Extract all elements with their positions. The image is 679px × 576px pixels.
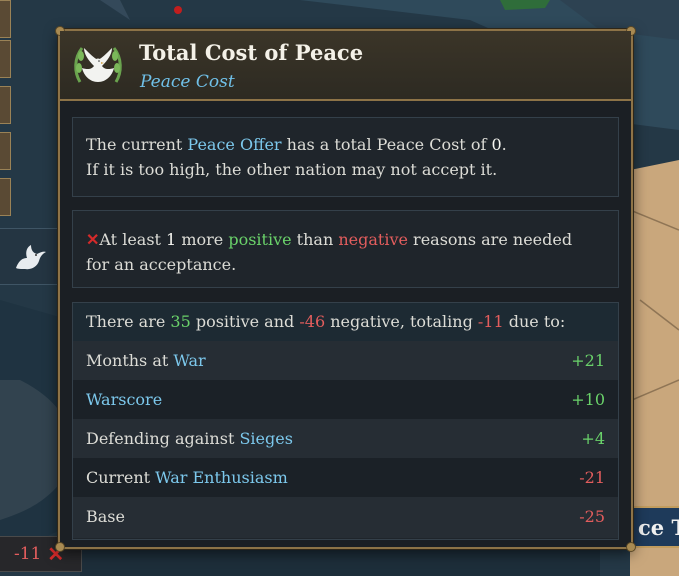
- summary-text: due to:: [503, 312, 566, 331]
- reasons-summary: There are 35 positive and -46 negative, …: [73, 303, 618, 341]
- cross-icon: ✕: [86, 230, 100, 249]
- reason-value: -25: [579, 507, 605, 526]
- summary-text: There are: [86, 312, 171, 331]
- requirement-text: than: [291, 230, 339, 249]
- peace-offer-link[interactable]: Peace Offer: [187, 135, 281, 154]
- requirement-text: At least: [99, 230, 167, 249]
- reason-value: -21: [579, 468, 605, 487]
- reason-value: +21: [571, 351, 605, 370]
- reason-link[interactable]: War: [173, 351, 205, 370]
- reason-value: +4: [581, 429, 605, 448]
- tooltip-subtitle: Peace Cost: [140, 72, 235, 92]
- reason-label: Base: [86, 507, 125, 526]
- reason-label: Current: [86, 468, 156, 487]
- intro-text: .: [501, 135, 507, 154]
- side-button[interactable]: [0, 86, 11, 124]
- corner-ornament: [55, 542, 65, 552]
- reason-label: Defending against: [86, 429, 240, 448]
- intro-text: The current: [86, 135, 188, 154]
- side-button[interactable]: [0, 132, 11, 170]
- reasons-box: There are 35 positive and -46 negative, …: [72, 302, 619, 540]
- peace-cost-tooltip: Total Cost of Peace Peace Cost The curre…: [55, 26, 636, 552]
- intro-box: The current Peace Offer has a total Peac…: [72, 117, 619, 197]
- reason-row: Current War Enthusiasm -21: [73, 458, 618, 497]
- side-button[interactable]: [0, 178, 11, 216]
- intro-line-2: If it is too high, the other nation may …: [86, 160, 498, 179]
- requirement-line-1: ✕At least 1 more positive than negative …: [86, 227, 618, 252]
- requirement-count: 1: [166, 230, 177, 249]
- requirement-box: ✕At least 1 more positive than negative …: [72, 210, 619, 288]
- intro-line-1: The current Peace Offer has a total Peac…: [86, 132, 618, 157]
- reasons-list: Months at War +21 Warscore +10 Defending…: [73, 341, 618, 538]
- dove-icon: [16, 244, 46, 269]
- grand-total: -11: [477, 312, 504, 331]
- reason-link[interactable]: War Enthusiasm: [155, 468, 288, 487]
- reason-value: +10: [571, 390, 605, 409]
- requirement-text: more: [176, 230, 229, 249]
- peace-cost-value: 0: [491, 135, 502, 154]
- negative-word: negative: [338, 230, 408, 249]
- tooltip-header: Total Cost of Peace Peace Cost: [60, 31, 631, 101]
- intro-text: has a total Peace Cost of: [281, 135, 492, 154]
- left-side-panel: [0, 0, 12, 216]
- reason-label: Months at: [86, 351, 174, 370]
- tooltip-title: Total Cost of Peace: [139, 40, 364, 65]
- summary-text: positive and: [190, 312, 300, 331]
- side-button[interactable]: [0, 0, 11, 38]
- requirement-text: reasons are needed: [407, 230, 573, 249]
- reason-row: Months at War +21: [73, 341, 618, 380]
- corner-ornament: [626, 542, 636, 552]
- reason-link[interactable]: Warscore: [86, 390, 162, 409]
- positive-total: 35: [170, 312, 191, 331]
- side-button[interactable]: [0, 40, 11, 78]
- dove-wreath-icon: [74, 47, 122, 83]
- summary-text: negative, totaling: [325, 312, 478, 331]
- reason-row: Warscore +10: [73, 380, 618, 419]
- positive-word: positive: [228, 230, 292, 249]
- reason-link[interactable]: Sieges: [239, 429, 292, 448]
- send-peace-treaty-label: ce Tr: [638, 514, 679, 540]
- requirement-line-2: for an acceptance.: [86, 255, 237, 274]
- peace-cost-chip[interactable]: [0, 228, 60, 285]
- reason-row: Base -25: [73, 497, 618, 538]
- negative-total: -46: [299, 312, 326, 331]
- peace-cost-badge-value: -11: [14, 544, 42, 564]
- reason-row: Defending against Sieges +4: [73, 419, 618, 458]
